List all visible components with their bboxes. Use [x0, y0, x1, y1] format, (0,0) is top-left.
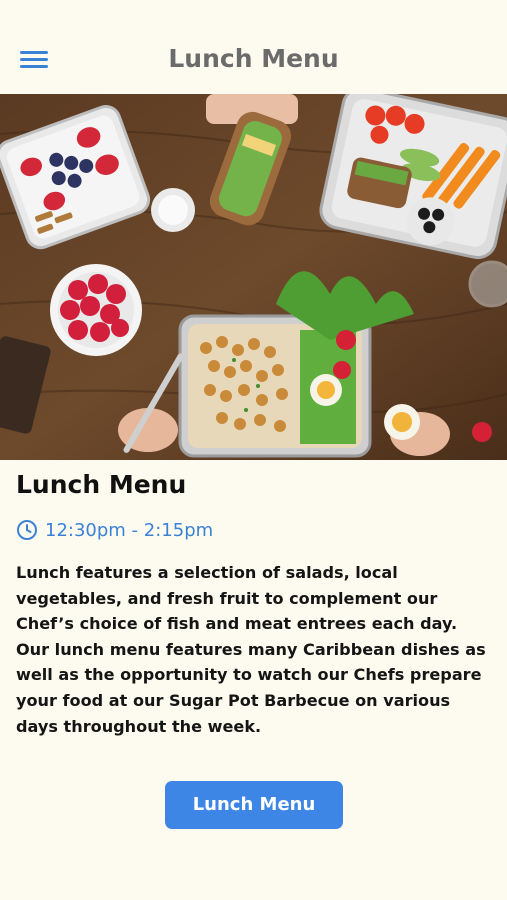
lunch-hours: 12:30pm - 2:15pm	[45, 519, 214, 541]
header-title: Lunch Menu	[168, 44, 339, 73]
time-row: 12:30pm - 2:15pm	[16, 517, 213, 543]
section-title: Lunch Menu	[16, 470, 187, 499]
lunch-menu-button[interactable]: Lunch Menu	[165, 781, 343, 829]
clock-icon	[17, 520, 37, 540]
lunch-description: Lunch features a selection of salads, lo…	[16, 563, 486, 736]
hero-image	[0, 94, 507, 460]
app-header: Lunch Menu	[0, 0, 507, 94]
